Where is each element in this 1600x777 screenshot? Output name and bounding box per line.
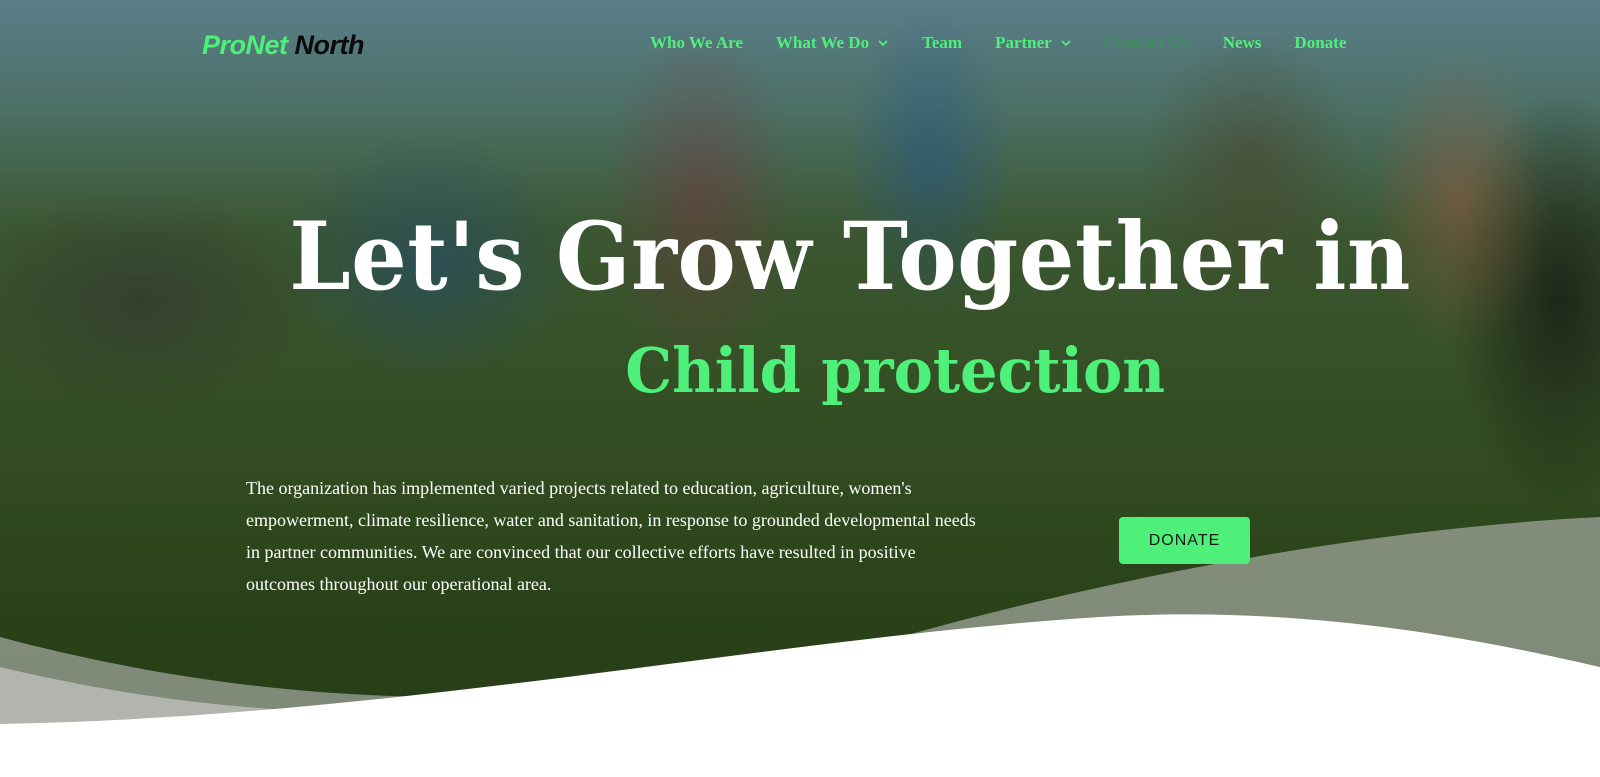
nav-item-label: Contact Us xyxy=(1104,32,1190,53)
nav-item-label: Partner xyxy=(995,33,1052,52)
hero-headline-text: Let's Grow Together in xyxy=(289,202,1411,312)
nav-item-label: Team xyxy=(922,33,963,52)
nav-item-who-we-are[interactable]: Who We Are xyxy=(650,33,743,53)
nav-item-label: What We Do xyxy=(775,33,870,52)
logo-text-north: North xyxy=(294,30,365,60)
hero-description: The organization has implemented varied … xyxy=(246,478,976,594)
chevron-down-icon xyxy=(878,40,888,47)
nav-item-label: News xyxy=(1222,33,1262,52)
nav-item-news[interactable]: News xyxy=(1223,33,1262,53)
hero-subheadline: Child protection xyxy=(0,340,1600,402)
hero-subheadline-text: Child protection xyxy=(625,334,1165,407)
nav-item-donate[interactable]: Donate xyxy=(1294,33,1346,53)
hero-section: ProNet North Who We Are What We Do Team … xyxy=(0,0,1600,777)
donate-button[interactable]: DONATE xyxy=(1119,517,1250,564)
nav-item-label: Who We Are xyxy=(650,33,743,52)
nav-item-partner[interactable]: Partner xyxy=(995,33,1072,53)
nav-item-contact-us[interactable]: Contact Us xyxy=(1105,32,1190,54)
site-logo[interactable]: ProNet North xyxy=(202,30,365,61)
hero-headline: Let's Grow Together in xyxy=(0,210,1600,304)
nav-item-team[interactable]: Team xyxy=(922,33,962,53)
main-nav: Who We Are What We Do Team Partner Conta… xyxy=(650,32,1346,54)
nav-item-what-we-do[interactable]: What We Do xyxy=(776,33,889,53)
chevron-down-icon xyxy=(1061,40,1071,47)
nav-item-label: Donate xyxy=(1294,33,1347,52)
logo-text-pronet: ProNet xyxy=(202,30,288,60)
